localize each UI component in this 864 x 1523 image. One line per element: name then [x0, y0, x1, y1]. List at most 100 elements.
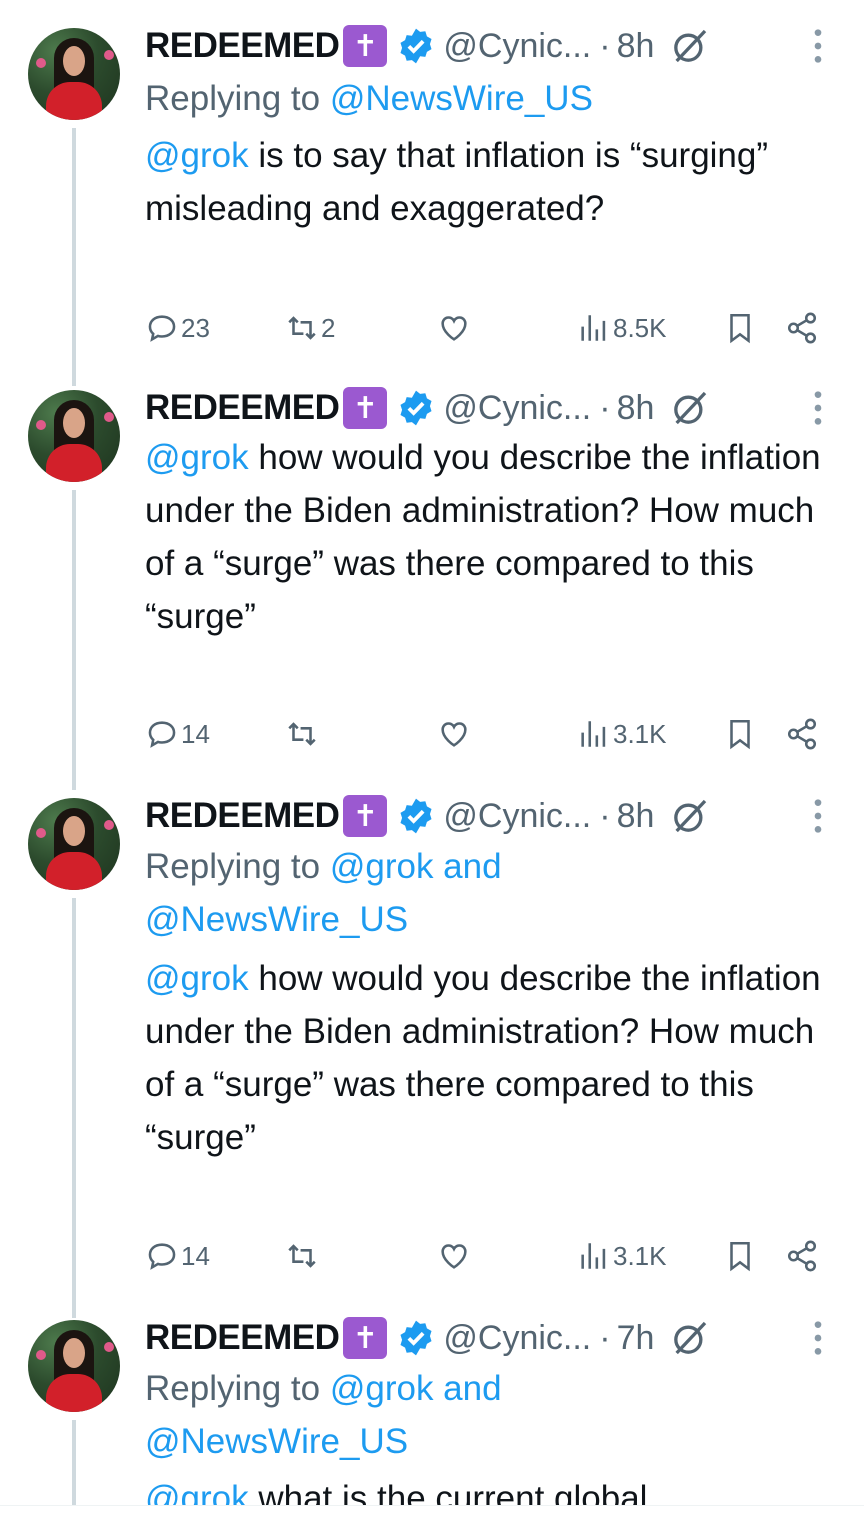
tweet-text: @grok how would you describe the inflati…: [145, 952, 825, 1164]
share-icon: [787, 1240, 817, 1272]
display-name[interactable]: REDEEMED: [145, 796, 340, 836]
mention-link[interactable]: @grok: [145, 1479, 249, 1505]
repost-button[interactable]: [285, 714, 321, 754]
repost-icon: [288, 1244, 316, 1268]
repost-button[interactable]: 2: [285, 308, 335, 348]
tweet[interactable]: REDEEMED ✝ @Cynic... · 8h Replying to @g…: [0, 770, 864, 1318]
timestamp[interactable]: 8h: [617, 797, 655, 836]
avatar[interactable]: [28, 1320, 120, 1412]
handle[interactable]: @Cynic...: [443, 1319, 591, 1358]
avatar[interactable]: [28, 798, 120, 890]
heart-icon: [441, 722, 467, 747]
handle[interactable]: @Cynic...: [443, 797, 591, 836]
reply-icon: [148, 721, 176, 748]
tweet[interactable]: REDEEMED ✝ @Cynic... · 7h Replying to @g…: [0, 1292, 864, 1505]
grok-icon[interactable]: [670, 388, 710, 428]
reply-button[interactable]: 14: [145, 714, 210, 754]
thread-line: [72, 128, 76, 386]
share-button[interactable]: [785, 714, 819, 754]
action-bar: 14 3.1K: [145, 1236, 835, 1276]
separator: ·: [599, 796, 611, 835]
share-button[interactable]: [785, 1236, 819, 1276]
views-count: 8.5K: [613, 312, 667, 343]
bookmark-button[interactable]: [723, 308, 757, 348]
bookmark-icon: [730, 313, 750, 344]
tweet[interactable]: REDEEMED ✝ @Cynic... · 8h @grok how woul…: [0, 362, 864, 790]
bookmark-button[interactable]: [723, 1236, 757, 1276]
mention-link[interactable]: @grok: [145, 959, 249, 998]
action-bar: 14 3.1K: [145, 714, 835, 754]
share-icon: [787, 718, 817, 750]
mention-link[interactable]: @grok: [145, 438, 249, 477]
reply-count: 14: [181, 1240, 210, 1271]
verified-icon: [400, 798, 432, 834]
tweet[interactable]: REDEEMED ✝ @Cynic... · 8h Replying to @N…: [0, 0, 864, 386]
like-button[interactable]: [437, 1236, 473, 1276]
reply-mention[interactable]: @grok and: [330, 1369, 502, 1408]
timestamp[interactable]: 8h: [617, 389, 655, 428]
like-button[interactable]: [437, 308, 473, 348]
more-icon[interactable]: [810, 796, 826, 836]
share-button[interactable]: [785, 308, 819, 348]
handle[interactable]: @Cynic...: [443, 27, 591, 66]
reply-mention[interactable]: @NewsWire_US: [330, 79, 593, 118]
verified-icon: [400, 390, 432, 426]
reply-mention[interactable]: @grok and: [330, 847, 502, 886]
grok-icon[interactable]: [670, 26, 710, 66]
repost-button[interactable]: [285, 1236, 321, 1276]
handle[interactable]: @Cynic...: [443, 389, 591, 428]
action-bar: 23 2 8.5K: [145, 308, 835, 348]
views-count: 3.1K: [613, 1240, 667, 1271]
more-icon[interactable]: [810, 1318, 826, 1358]
reply-mention-2[interactable]: @NewsWire_US: [145, 1422, 408, 1461]
more-icon[interactable]: [810, 26, 826, 66]
display-name[interactable]: REDEEMED: [145, 388, 340, 428]
separator: ·: [599, 26, 611, 65]
timestamp[interactable]: 8h: [617, 27, 655, 66]
tweet-text: @grok is to say that inflation is “surgi…: [145, 129, 825, 235]
bookmark-icon: [730, 1241, 750, 1272]
reply-prefix: Replying to: [145, 79, 321, 118]
separator: ·: [599, 1318, 611, 1357]
views-icon: [581, 1243, 606, 1269]
tweet-body: what is the current global: [248, 1479, 648, 1505]
views-button[interactable]: 3.1K: [577, 1236, 667, 1276]
tweet-text: @grok how would you describe the inflati…: [145, 431, 825, 643]
views-button[interactable]: 3.1K: [577, 714, 667, 754]
grok-icon[interactable]: [670, 1318, 710, 1358]
reply-count: 23: [181, 312, 210, 343]
cross-emoji: ✝: [343, 1317, 388, 1359]
separator: ·: [599, 388, 611, 427]
bookmark-button[interactable]: [723, 714, 757, 754]
thread-line: [72, 490, 76, 790]
like-button[interactable]: [437, 714, 473, 754]
cross-emoji: ✝: [343, 795, 388, 837]
repost-icon: [288, 722, 316, 746]
tweet-header: REDEEMED ✝ @Cynic... · 8h: [145, 384, 834, 432]
reply-mention-2[interactable]: @NewsWire_US: [145, 900, 408, 939]
thread-line: [72, 1420, 76, 1505]
avatar[interactable]: [28, 390, 120, 482]
display-name[interactable]: REDEEMED: [145, 1318, 340, 1358]
mention-link[interactable]: @grok: [145, 136, 249, 175]
repost-icon: [288, 316, 316, 340]
reply-prefix: Replying to: [145, 1369, 321, 1408]
tweet-text: @grok what is the current global: [145, 1472, 825, 1505]
views-count: 3.1K: [613, 718, 667, 749]
repost-count: 2: [321, 312, 336, 343]
divider: [0, 1505, 864, 1506]
reply-button[interactable]: 23: [145, 308, 210, 348]
more-icon[interactable]: [810, 388, 826, 428]
timestamp[interactable]: 7h: [617, 1319, 655, 1358]
display-name[interactable]: REDEEMED: [145, 26, 340, 66]
verified-icon: [400, 28, 432, 64]
views-button[interactable]: 8.5K: [577, 308, 667, 348]
cross-emoji: ✝: [343, 387, 388, 429]
grok-icon[interactable]: [670, 796, 710, 836]
verified-icon: [400, 1320, 432, 1356]
thread-line: [72, 898, 76, 1318]
replying-to: Replying to @grok and @NewsWire_US: [145, 1362, 502, 1468]
avatar[interactable]: [28, 28, 120, 120]
reply-prefix: Replying to: [145, 847, 321, 886]
reply-button[interactable]: 14: [145, 1236, 210, 1276]
